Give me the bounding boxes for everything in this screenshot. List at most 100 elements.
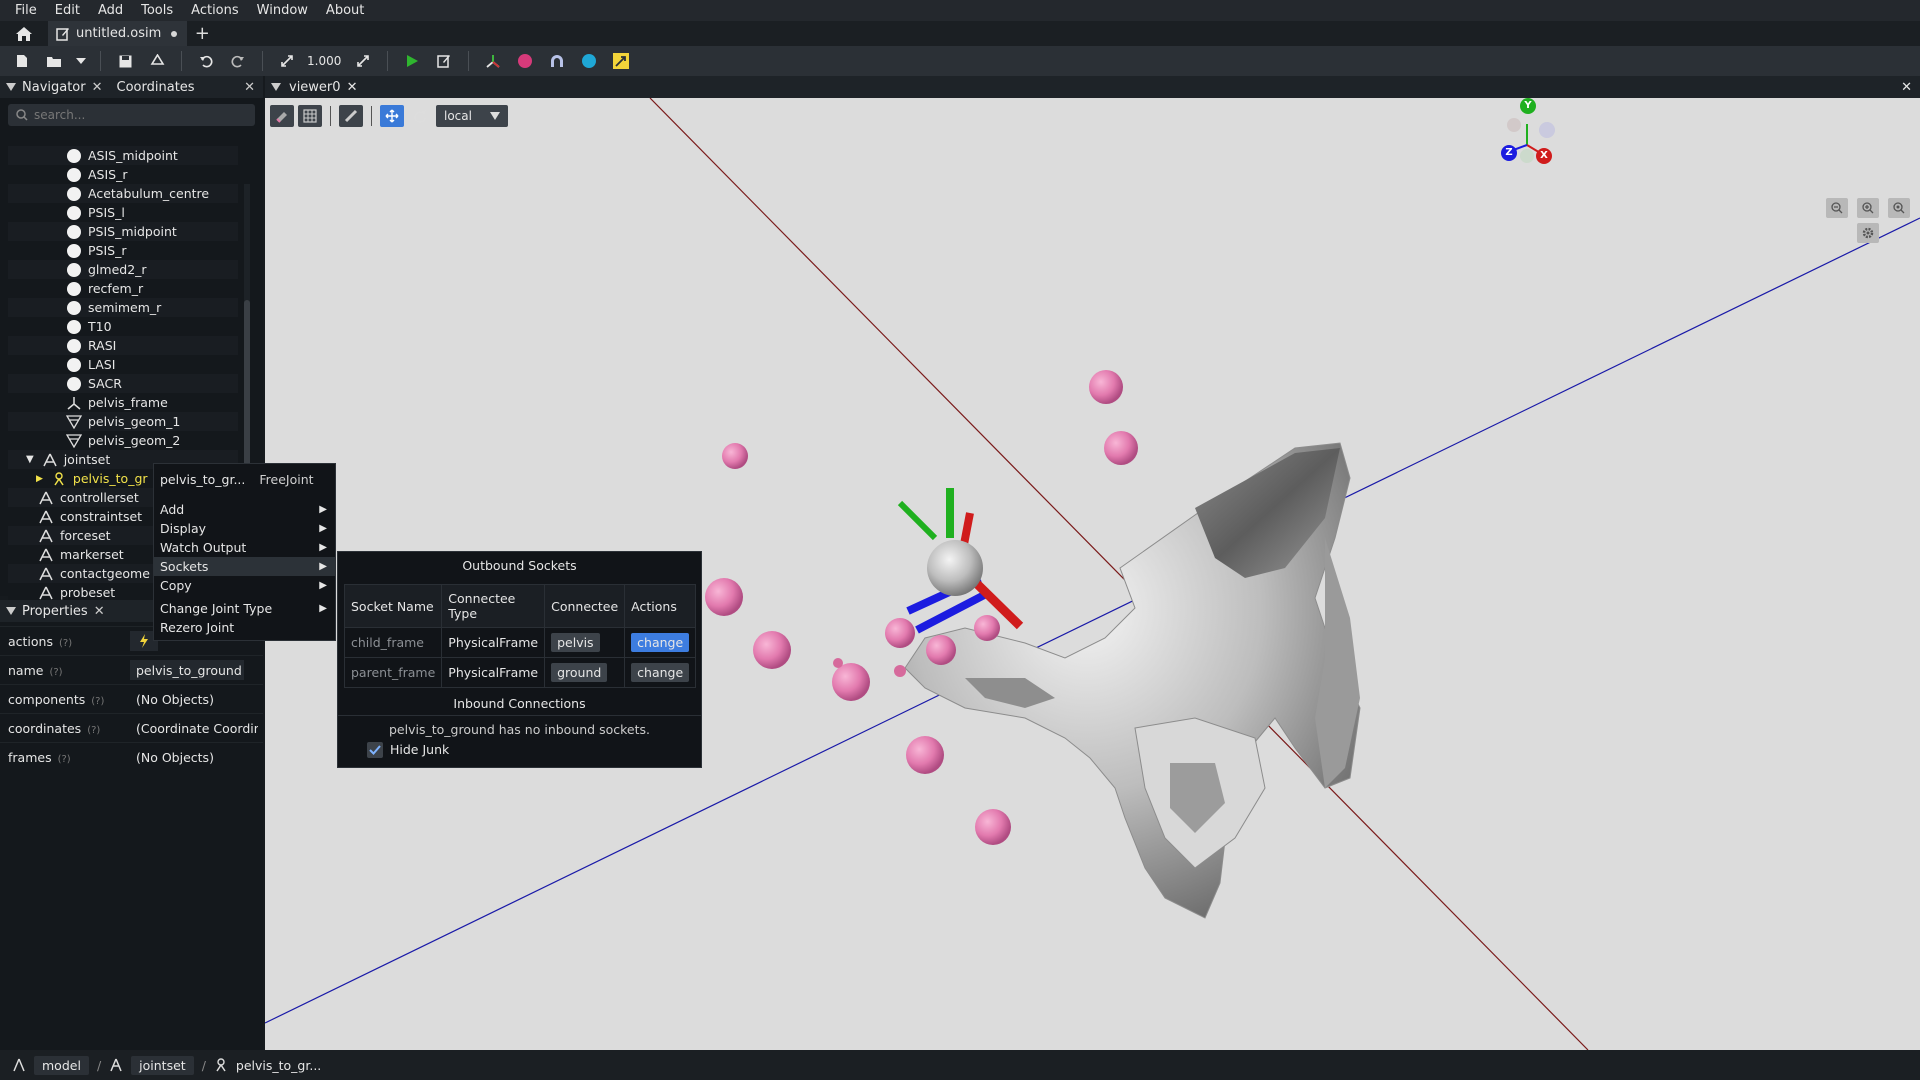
tree-item-label: PSIS_midpoint [88, 224, 177, 239]
help-icon[interactable]: (?) [58, 754, 71, 765]
expand-caret-icon[interactable]: ▶ [36, 474, 43, 484]
tree-item[interactable]: T10 [8, 317, 238, 336]
tree-item[interactable]: pelvis_geom_1 [8, 412, 238, 431]
toggle-contact-button[interactable] [575, 49, 603, 73]
undo-button[interactable] [192, 49, 220, 73]
autoscale-button[interactable] [349, 49, 377, 73]
new-tab-button[interactable]: + [187, 23, 217, 44]
tree-item[interactable]: semimem_r [8, 298, 238, 317]
autofocus-button[interactable] [1888, 198, 1910, 218]
navigator-tab-title[interactable]: Navigator [22, 80, 86, 95]
redo-button[interactable] [224, 49, 252, 73]
tree-item[interactable]: PSIS_l [8, 203, 238, 222]
table-row: parent_frame PhysicalFrame ground change [343, 657, 697, 688]
change-button[interactable]: change [631, 633, 690, 652]
help-icon[interactable]: (?) [91, 696, 104, 707]
help-icon[interactable]: (?) [49, 667, 62, 678]
tree-item[interactable]: recfem_r [8, 279, 238, 298]
coordinates-tab-title[interactable]: Coordinates [117, 80, 195, 95]
tree-item[interactable]: glmed2_r [8, 260, 238, 279]
viewer-tab-title[interactable]: viewer0 [289, 80, 341, 95]
tree-item[interactable]: ASIS_r [8, 165, 238, 184]
zoom-out-button[interactable] [1826, 198, 1848, 218]
tree-item-label: PSIS_l [88, 205, 125, 220]
help-icon[interactable]: (?) [87, 725, 100, 736]
tree-item[interactable]: PSIS_r [8, 241, 238, 260]
reload-button[interactable] [143, 49, 171, 73]
open-file-button[interactable] [40, 49, 68, 73]
help-icon[interactable]: (?) [59, 638, 72, 649]
menu-tools[interactable]: Tools [132, 0, 182, 21]
hide-junk-checkbox[interactable] [367, 742, 383, 758]
connectee-link[interactable]: ground [551, 663, 608, 682]
menu-item-display[interactable]: Display ▶ [154, 519, 335, 538]
tree-item[interactable]: LASI [8, 355, 238, 374]
change-button[interactable]: change [631, 663, 690, 682]
close-icon[interactable]: ✕ [1901, 80, 1912, 95]
search-input[interactable]: search... [8, 104, 255, 126]
gear-icon [1862, 227, 1874, 239]
scale-value[interactable]: 1.000 [307, 54, 341, 68]
menu-window[interactable]: Window [248, 0, 317, 21]
tree-item-label: T10 [88, 319, 112, 334]
tree-item[interactable]: pelvis_geom_2 [8, 431, 238, 450]
tree-item[interactable]: pelvis_frame [8, 393, 238, 412]
close-icon[interactable]: ✕ [92, 80, 103, 95]
gizmo-x-axis[interactable]: X [1536, 148, 1552, 164]
scale-icon-button[interactable] [273, 49, 301, 73]
breadcrumb-jointset[interactable]: jointset [131, 1055, 194, 1075]
tree-item-label: pelvis_frame [88, 395, 168, 410]
tree-item-label: ASIS_midpoint [88, 148, 178, 163]
translate-gizmo-button[interactable] [380, 105, 404, 127]
menu-actions[interactable]: Actions [182, 0, 248, 21]
toggle-markers-button[interactable] [511, 49, 539, 73]
menu-edit[interactable]: Edit [46, 0, 89, 21]
viewer-settings-button[interactable] [1857, 223, 1879, 243]
toggle-frames-button[interactable] [479, 49, 507, 73]
gizmo-z-axis[interactable]: Z [1501, 145, 1517, 161]
menu-add[interactable]: Add [89, 0, 132, 21]
collapse-triangle-icon[interactable] [6, 607, 16, 615]
breadcrumb-current: pelvis_to_gr... [235, 1057, 322, 1073]
tree-item[interactable]: Acetabulum_centre [8, 184, 238, 203]
run-simulation-button[interactable] [398, 49, 426, 73]
breadcrumb-model[interactable]: model [34, 1055, 89, 1075]
menu-item-watch-output[interactable]: Watch Output ▶ [154, 538, 335, 557]
gizmo-y-axis[interactable]: Y [1520, 98, 1536, 114]
tree-item[interactable]: ASIS_midpoint [8, 146, 238, 165]
home-tab[interactable] [0, 21, 48, 46]
menu-item-copy[interactable]: Copy ▶ [154, 576, 335, 595]
toggle-wrap-button[interactable] [543, 49, 571, 73]
close-icon[interactable]: ✕ [347, 80, 358, 95]
close-icon[interactable]: ✕ [94, 604, 105, 619]
toggle-forces-button[interactable] [607, 49, 635, 73]
scene-settings-button[interactable] [298, 105, 322, 127]
menu-about[interactable]: About [317, 0, 373, 21]
frame-axes-icon [486, 55, 500, 68]
new-file-button[interactable] [8, 49, 36, 73]
menu-item-rezero-joint[interactable]: Rezero Joint [154, 618, 335, 637]
name-value-field[interactable]: pelvis_to_ground [130, 660, 244, 680]
expand-caret-icon[interactable]: ▼ [26, 454, 34, 465]
tree-item-label: constraintset [60, 509, 143, 524]
tree-item[interactable]: PSIS_midpoint [8, 222, 238, 241]
measure-button[interactable] [339, 105, 363, 127]
menu-item-sockets[interactable]: Sockets ▶ [154, 557, 335, 576]
rotate-gizmo-button[interactable] [408, 105, 432, 127]
edit-simulation-button[interactable] [430, 49, 458, 73]
menu-item-add[interactable]: Add ▶ [154, 500, 335, 519]
selection-button[interactable] [270, 105, 294, 127]
tree-item[interactable]: SACR [8, 374, 238, 393]
connectee-link[interactable]: pelvis [551, 633, 600, 652]
tree-item[interactable]: RASI [8, 336, 238, 355]
zoom-in-button[interactable] [1857, 198, 1879, 218]
open-recent-dropdown[interactable] [72, 49, 90, 73]
document-tab[interactable]: untitled.osim [48, 21, 188, 46]
gizmo-frame-select[interactable]: local [436, 105, 508, 127]
menu-file[interactable]: File [6, 0, 46, 21]
menu-item-change-joint-type[interactable]: Change Joint Type ▶ [154, 599, 335, 618]
collapse-triangle-icon[interactable] [6, 83, 16, 91]
close-icon[interactable]: ✕ [244, 80, 255, 95]
collapse-triangle-icon[interactable] [271, 83, 281, 91]
save-button[interactable] [111, 49, 139, 73]
